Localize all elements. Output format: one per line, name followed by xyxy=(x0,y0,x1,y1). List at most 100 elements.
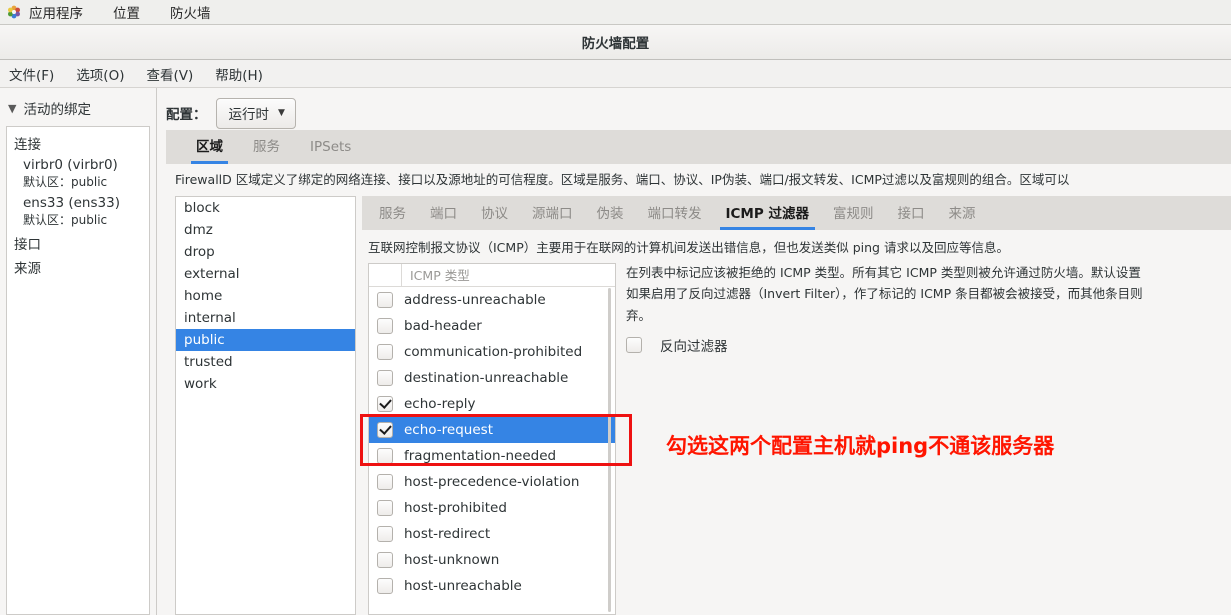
icmp-checkbox[interactable] xyxy=(377,577,393,594)
binding-group-sources[interactable]: 来源 xyxy=(7,255,149,279)
zonetab-icmp-filter[interactable]: ICMP 过滤器 xyxy=(714,202,821,230)
icmp-row-echo-request[interactable]: echo-request xyxy=(369,416,615,443)
window-body: ▼ 活动的绑定 连接 virbr0 (virbr0) 默认区：public en… xyxy=(0,88,1231,615)
zonetab-interfaces[interactable]: 接口 xyxy=(885,202,936,230)
panel-menu-firewall[interactable]: 防火墙 xyxy=(170,2,211,22)
icmp-checkbox[interactable] xyxy=(377,447,393,464)
configuration-label: 配置： xyxy=(166,107,207,123)
active-bindings-sidebar: ▼ 活动的绑定 连接 virbr0 (virbr0) 默认区：public en… xyxy=(0,88,157,615)
icmp-type-list[interactable]: ICMP 类型 address-unreachable bad-header c… xyxy=(368,262,616,615)
icmp-row[interactable]: address-unreachable xyxy=(369,287,615,313)
bindings-list[interactable]: 连接 virbr0 (virbr0) 默认区：public ens33 (ens… xyxy=(6,126,150,615)
zone-split: block dmz drop external home internal pu… xyxy=(166,195,1231,615)
connection-zone: 默认区：public xyxy=(23,211,149,228)
zone-item-internal[interactable]: internal xyxy=(176,307,355,329)
icmp-header-check-column xyxy=(369,263,402,286)
icmp-checkbox[interactable] xyxy=(377,525,393,542)
zone-item-dmz[interactable]: dmz xyxy=(176,219,355,241)
menu-view[interactable]: 查看(V) xyxy=(146,64,193,84)
menu-file[interactable]: 文件(F) xyxy=(9,64,54,84)
binding-group-connections[interactable]: 连接 xyxy=(7,131,149,155)
icmp-row-label: host-redirect xyxy=(404,525,491,542)
zone-item-external[interactable]: external xyxy=(176,263,355,285)
menu-options[interactable]: 选项(O) xyxy=(76,64,124,84)
icmp-row[interactable]: host-prohibited xyxy=(369,495,615,521)
zone-list[interactable]: block dmz drop external home internal pu… xyxy=(175,195,356,615)
desktop-top-panel: 应用程序 位置 防火墙 xyxy=(0,0,1231,25)
zonetab-ports[interactable]: 端口 xyxy=(418,202,469,230)
icmp-header-label: ICMP 类型 xyxy=(410,268,470,284)
zone-item-trusted[interactable]: trusted xyxy=(176,351,355,373)
tab-zones[interactable]: 区域 xyxy=(181,135,238,164)
icmp-row-label: host-unreachable xyxy=(404,577,522,594)
icmp-row-echo-reply[interactable]: echo-reply xyxy=(369,391,615,417)
zone-item-work[interactable]: work xyxy=(176,373,355,395)
active-bindings-title: 活动的绑定 xyxy=(23,102,91,118)
binding-group-interfaces[interactable]: 接口 xyxy=(7,231,149,255)
annotation-text: 勾选这两个配置主机就ping不通该服务器 xyxy=(666,434,1055,458)
icmp-checkbox[interactable] xyxy=(377,551,393,568)
main-area: 配置： 运行时 ▼ 区域 服务 IPSets FirewallD 区域定义了绑定… xyxy=(157,88,1231,615)
icmp-checkbox[interactable] xyxy=(377,369,393,386)
icmp-row-label: host-precedence-violation xyxy=(404,473,580,490)
icmp-row-label: communication-prohibited xyxy=(404,343,583,360)
zonetab-services[interactable]: 服务 xyxy=(367,202,418,230)
configuration-select-value: 运行时 xyxy=(228,106,270,123)
connection-item[interactable]: ens33 (ens33) 默认区：public xyxy=(7,193,149,228)
icmp-row[interactable]: host-unreachable xyxy=(369,573,615,599)
zonetab-port-forwarding[interactable]: 端口转发 xyxy=(636,202,714,230)
icmp-checkbox[interactable] xyxy=(377,317,393,334)
chevron-down-icon: ▼ xyxy=(278,107,285,118)
chevron-down-icon[interactable]: ▼ xyxy=(8,103,16,114)
icmp-checkbox[interactable] xyxy=(377,473,393,490)
gnome-pinwheel-icon[interactable] xyxy=(6,4,22,20)
connection-zone-value: public xyxy=(71,213,108,227)
icmp-checkbox[interactable] xyxy=(377,343,393,360)
configuration-select[interactable]: 运行时 ▼ xyxy=(215,97,296,129)
zonetab-sources[interactable]: 来源 xyxy=(936,202,987,230)
zone-item-block[interactable]: block xyxy=(176,197,355,219)
tab-services[interactable]: 服务 xyxy=(238,135,295,164)
zonetab-source-ports[interactable]: 源端口 xyxy=(520,202,585,230)
main-notebook: 区域 服务 IPSets FirewallD 区域定义了绑定的网络连接、接口以及… xyxy=(166,130,1231,615)
zonetab-masquerading[interactable]: 伪装 xyxy=(585,202,636,230)
zone-item-drop[interactable]: drop xyxy=(176,241,355,263)
icmp-row[interactable]: host-unknown xyxy=(369,547,615,573)
icmp-row[interactable]: bad-header xyxy=(369,313,615,339)
icmp-row[interactable]: host-precedence-violation xyxy=(369,469,615,495)
icmp-filter-panel: 互联网控制报文协议（ICMP）主要用于在联网的计算机间发送出错信息，但也发送类似… xyxy=(362,229,1231,615)
icmp-checkbox[interactable] xyxy=(377,291,393,308)
zone-description: FirewallD 区域定义了绑定的网络连接、接口以及源地址的可信程度。区域是服… xyxy=(175,172,1070,187)
icmp-row[interactable]: communication-prohibited xyxy=(369,339,615,365)
icmp-row-label: echo-reply xyxy=(404,395,476,412)
tab-ipsets[interactable]: IPSets xyxy=(295,139,366,164)
icmp-checkbox[interactable] xyxy=(377,395,393,412)
configuration-row: 配置： 运行时 ▼ xyxy=(166,96,1231,130)
panel-menu-applications[interactable]: 应用程序 xyxy=(29,2,83,22)
menu-help[interactable]: 帮助(H) xyxy=(215,64,263,84)
zone-item-public[interactable]: public xyxy=(176,328,355,351)
icmp-list-scrollbar[interactable] xyxy=(605,287,613,612)
icmp-row-label: host-unknown xyxy=(404,551,500,568)
active-bindings-header[interactable]: ▼ 活动的绑定 xyxy=(8,98,150,118)
icmp-row[interactable]: host-redirect xyxy=(369,521,615,547)
connection-name: virbr0 (virbr0) xyxy=(23,157,118,173)
scrollbar-track[interactable] xyxy=(608,287,611,612)
zone-item-home[interactable]: home xyxy=(176,285,355,307)
icmp-row[interactable]: destination-unreachable xyxy=(369,365,615,391)
connection-zone-label: 默认区： xyxy=(23,175,72,189)
panel-menu-places[interactable]: 位置 xyxy=(113,2,140,22)
zonetab-rich-rules[interactable]: 富规则 xyxy=(821,202,886,230)
invert-filter-checkbox[interactable] xyxy=(626,337,642,353)
icmp-row-label: host-prohibited xyxy=(404,499,507,516)
icmp-checkbox[interactable] xyxy=(377,421,393,438)
icmp-checkbox[interactable] xyxy=(377,499,393,516)
zonetab-protocols[interactable]: 协议 xyxy=(469,202,520,230)
connection-item[interactable]: virbr0 (virbr0) 默认区：public xyxy=(7,155,149,190)
icmp-row-label: bad-header xyxy=(404,317,482,334)
menubar: 文件(F) 选项(O) 查看(V) 帮助(H) xyxy=(0,60,1231,88)
invert-filter-label: 反向过滤器 xyxy=(660,339,728,355)
icmp-row[interactable]: fragmentation-needed xyxy=(369,443,615,469)
invert-filter-row[interactable]: 反向过滤器 xyxy=(626,335,1231,355)
icmp-description: 互联网控制报文协议（ICMP）主要用于在联网的计算机间发送出错信息，但也发送类似… xyxy=(368,239,1009,255)
